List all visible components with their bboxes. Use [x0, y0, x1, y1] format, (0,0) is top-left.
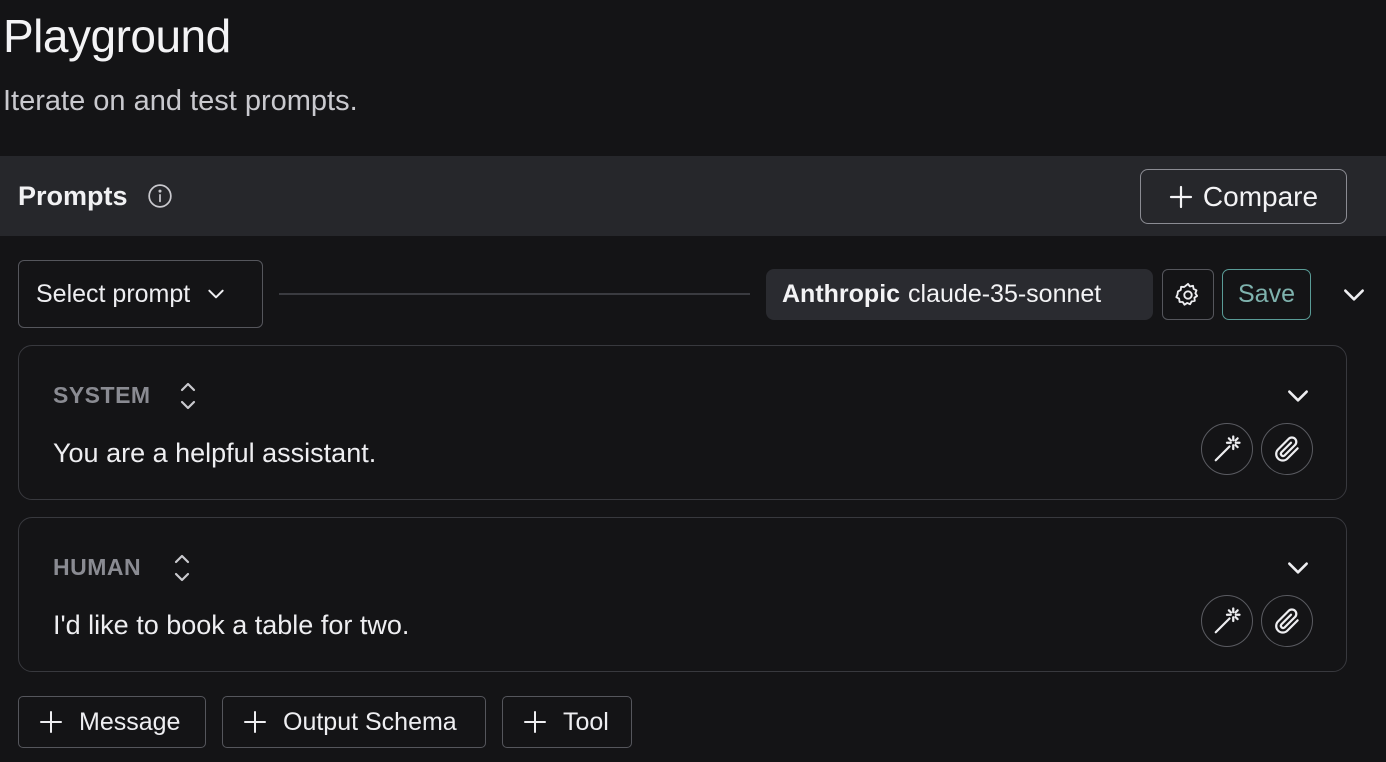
- message-role-label[interactable]: HUMAN: [53, 554, 141, 581]
- model-name: claude-35-sonnet: [908, 280, 1102, 308]
- role-switch-icon[interactable]: [171, 551, 193, 585]
- add-message-button[interactable]: Message: [18, 696, 206, 748]
- plus-icon: [1169, 185, 1193, 208]
- paperclip-icon: [1275, 608, 1299, 634]
- add-message-label: Message: [79, 707, 181, 736]
- magic-wand-icon: [1214, 607, 1241, 634]
- toolbar-divider: [279, 293, 750, 295]
- model-settings-button[interactable]: [1162, 269, 1214, 320]
- model-provider: Anthropic: [782, 280, 901, 308]
- page-title: Playground: [3, 10, 231, 62]
- add-output-schema-label: Output Schema: [283, 707, 457, 736]
- collapse-chevron-icon[interactable]: [1341, 282, 1367, 308]
- chevron-down-icon[interactable]: [1285, 383, 1311, 409]
- attach-button[interactable]: [1261, 595, 1313, 647]
- compare-button[interactable]: Compare: [1140, 169, 1347, 224]
- info-icon[interactable]: [147, 183, 173, 209]
- prompts-title: Prompts: [18, 181, 128, 211]
- magic-wand-button[interactable]: [1201, 423, 1253, 475]
- message-card-human: HUMAN I'd like to book a table for two.: [18, 517, 1347, 672]
- select-prompt-dropdown[interactable]: Select prompt: [18, 260, 263, 328]
- magic-wand-icon: [1214, 435, 1241, 462]
- plus-icon: [40, 711, 62, 733]
- message-text[interactable]: I'd like to book a table for two.: [53, 610, 409, 641]
- add-tool-label: Tool: [563, 707, 609, 736]
- add-tool-button[interactable]: Tool: [502, 696, 632, 748]
- magic-wand-button[interactable]: [1201, 595, 1253, 647]
- attach-button[interactable]: [1261, 423, 1313, 475]
- paperclip-icon: [1275, 436, 1299, 462]
- message-text[interactable]: You are a helpful assistant.: [53, 438, 376, 469]
- page-subtitle: Iterate on and test prompts.: [3, 85, 358, 117]
- message-role-label[interactable]: SYSTEM: [53, 382, 151, 409]
- compare-label: Compare: [1202, 180, 1319, 212]
- add-output-schema-button[interactable]: Output Schema: [222, 696, 486, 748]
- save-button[interactable]: Save: [1222, 269, 1311, 320]
- select-prompt-label: Select prompt: [36, 279, 191, 308]
- chevron-down-icon[interactable]: [1285, 555, 1311, 581]
- model-selector[interactable]: Anthropic claude-35-sonnet: [766, 269, 1153, 320]
- message-card-system: SYSTEM You are a helpful assistant.: [18, 345, 1347, 500]
- role-switch-icon[interactable]: [177, 379, 199, 413]
- gear-icon: [1175, 282, 1199, 306]
- plus-icon: [244, 711, 266, 733]
- plus-icon: [524, 711, 546, 733]
- chevron-down-icon: [208, 289, 224, 299]
- prompts-header-bar: Prompts Compare: [0, 156, 1386, 236]
